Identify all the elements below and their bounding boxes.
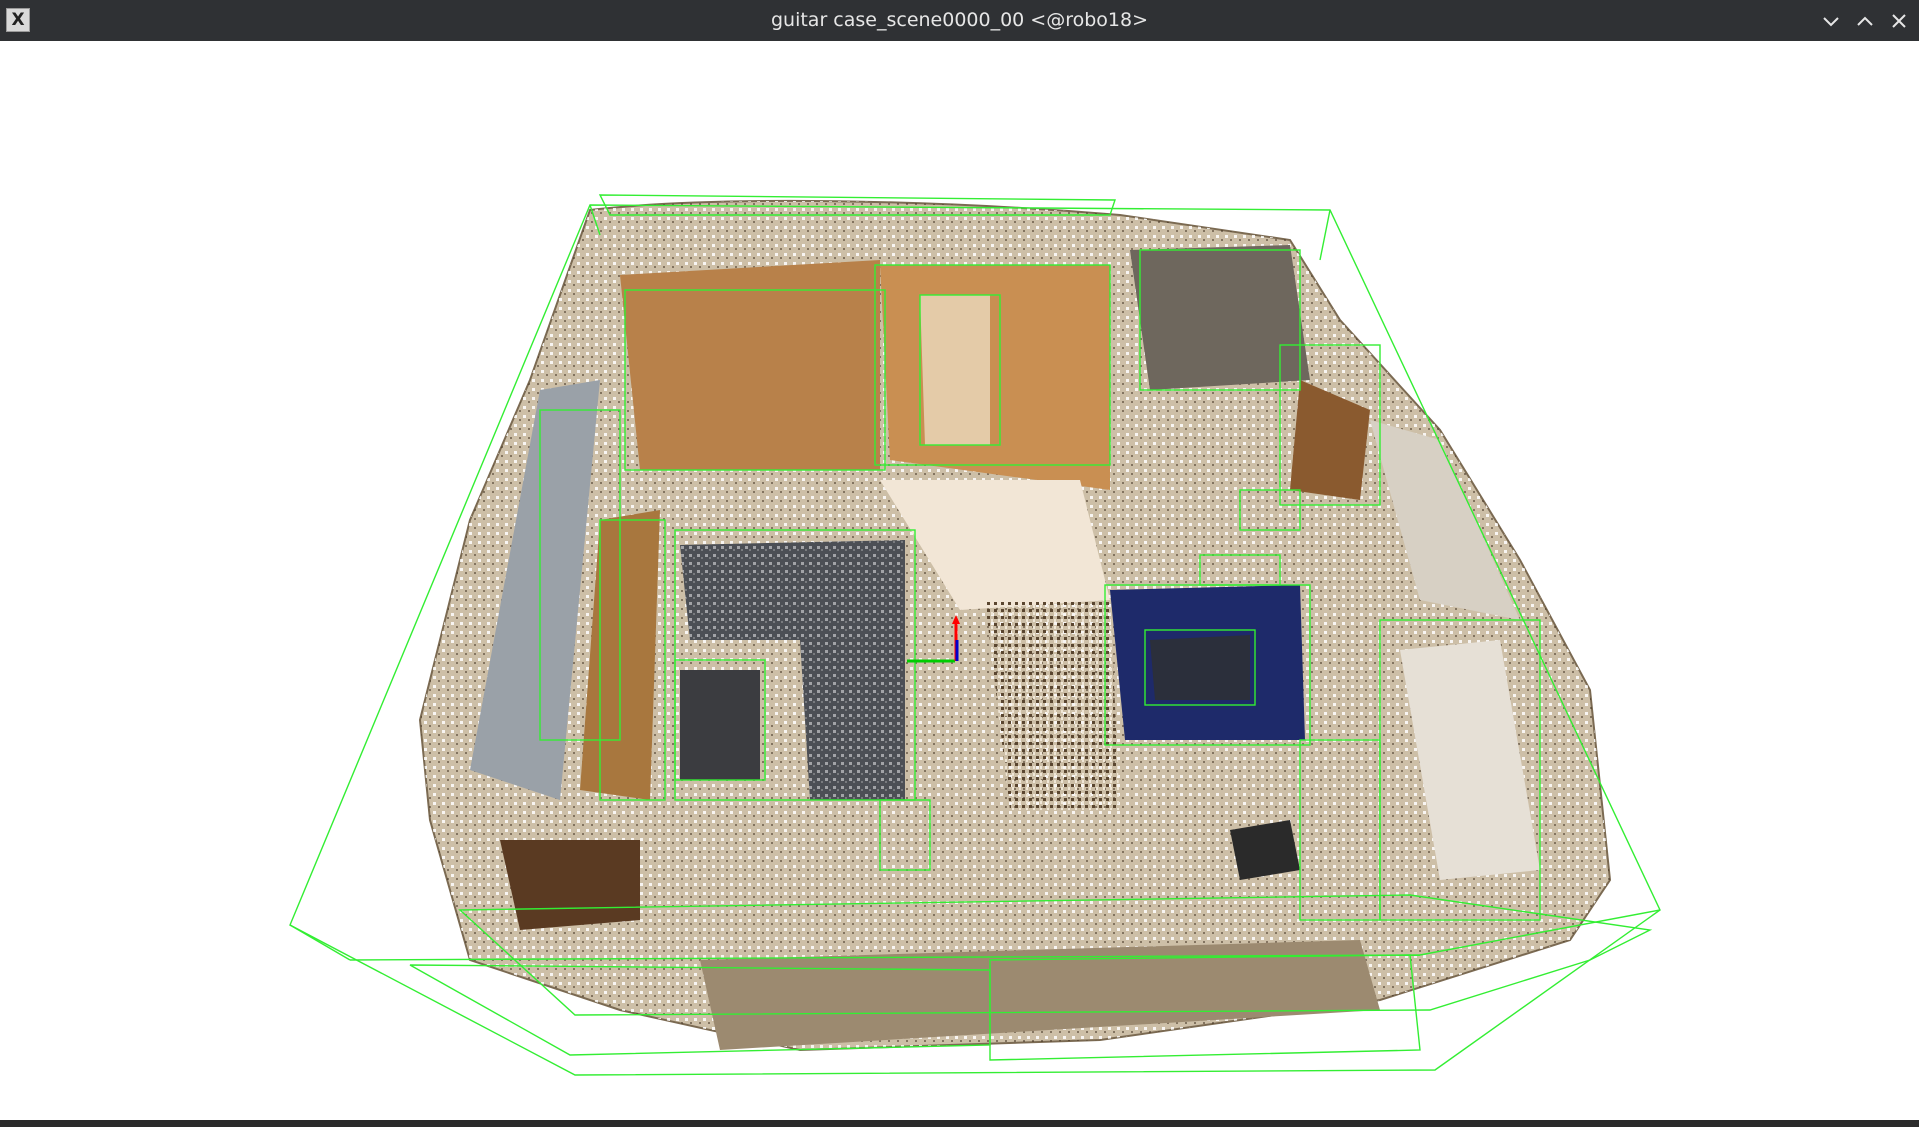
3d-viewport[interactable]	[0, 41, 1919, 1120]
doorway	[920, 295, 990, 445]
ottoman	[680, 670, 760, 780]
bottom-strip	[0, 1120, 1919, 1127]
app-icon[interactable]: X	[6, 8, 30, 32]
wall-wood-left	[620, 260, 880, 470]
chevron-up-icon	[1857, 16, 1873, 26]
window-title: guitar case_scene0000_00 <@robo18>	[770, 9, 1149, 31]
wall-dark-right	[1130, 245, 1310, 390]
close-button[interactable]	[1886, 8, 1912, 34]
blue-sofa-cushion	[1150, 635, 1250, 700]
point-cloud	[418, 199, 1612, 1052]
chevron-down-icon	[1823, 17, 1839, 27]
scene-canvas[interactable]	[0, 41, 1919, 1120]
maximize-button[interactable]	[1852, 8, 1878, 34]
window-titlebar[interactable]: X guitar case_scene0000_00 <@robo18>	[0, 0, 1919, 41]
minimize-button[interactable]	[1818, 8, 1844, 34]
wall-wood-center	[880, 265, 1110, 490]
close-icon	[1892, 14, 1906, 28]
chair-left	[500, 840, 640, 930]
chair-right	[1230, 820, 1300, 880]
